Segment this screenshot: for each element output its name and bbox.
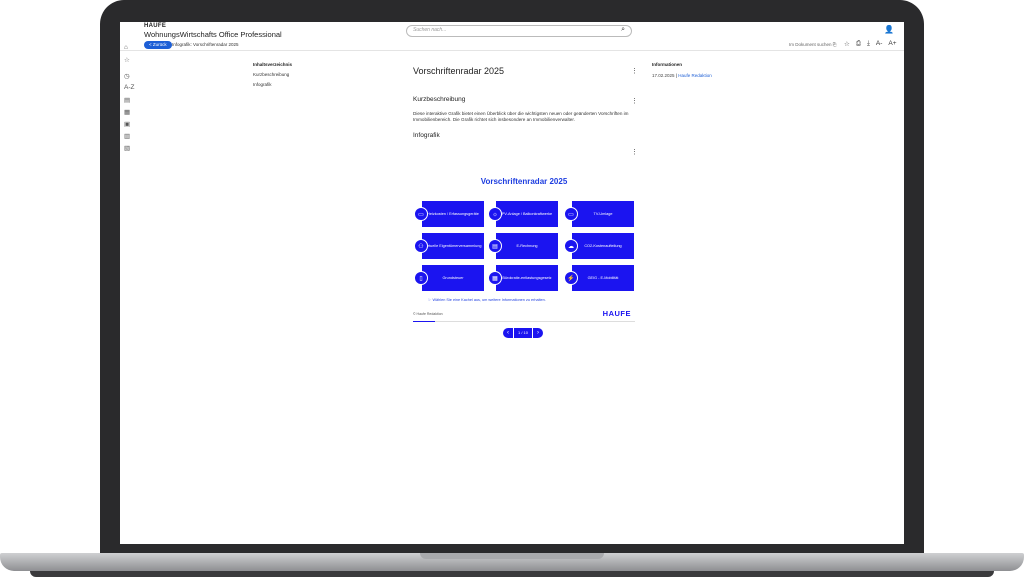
tile-label: Grundsteuer [422,265,484,291]
tile-label: E-Rechnung [496,233,558,259]
brand-logo: HAUFE [144,23,167,29]
download-icon[interactable]: ⤓ [867,40,870,48]
tile-label: TV-Umlage [572,201,634,227]
more-icon[interactable]: ⋮ [631,67,638,75]
tile-label: GEIG - E-Mobilität [572,265,634,291]
search-icon[interactable]: ⌕ [621,26,625,34]
search-input[interactable]: Suchen nach... ⌕ [406,25,632,37]
cloud-icon: ☁ [564,239,578,253]
info-panel: Informationen 17.02.2025 | Haufe Redakti… [652,62,712,78]
print-icon[interactable]: ⎙ [856,40,861,48]
table-of-contents: Inhaltsverzeichnis Kurzbeschreibung Info… [253,62,292,92]
product-title: WohnungsWirtschafts Office Professional [144,30,282,39]
tile-label: Virtuelle Eigentümerversammlung [422,233,484,259]
tile-hint: ☞ Wählen Sie eine Kachel aus, um weitere… [428,298,546,302]
az-icon[interactable]: A-Z [124,84,134,91]
infographic: Vorschriftenradar 2025 Heizkosten / Erfa… [413,174,635,338]
document-search-label: Im Dokument suchen [789,42,832,47]
tile-geig-emobility[interactable]: GEIG - E-Mobilität ⚡ [564,265,634,291]
thermostat-icon: ▭ [414,207,428,221]
font-smaller-icon[interactable]: A- [876,40,883,48]
toc-item-infographic[interactable]: Infografik [253,82,292,87]
sub-bar: < Zurück Infografik: Vorschriftenradar 2… [120,40,904,51]
toc-item-summary[interactable]: Kurzbeschreibung [253,72,292,77]
next-page-button[interactable]: › [533,328,544,338]
tile-heating-costs[interactable]: Heizkosten / Erfassungsgeräte ▭ [414,201,484,227]
building-icon: ▦ [488,271,502,285]
tools-icon[interactable]: ▧ [124,144,130,152]
main-content: Vorschriftenradar 2025 Kurzbeschreibung … [413,62,635,139]
tile-virtual-meeting[interactable]: Virtuelle Eigentümerversammlung ⚇ [414,233,484,259]
charging-station-icon: ⚡ [564,271,578,285]
info-title: Informationen [652,62,682,67]
document-search-link[interactable]: Im Dokument suchen ⎘ [789,42,836,47]
tile-pv-system[interactable]: PV-Anlage / Balkonkraftwerke ☼ [488,201,558,227]
page-indicator: 1 / 10 [513,328,534,338]
screen: HAUFE WohnungsWirtschafts Office Profess… [120,22,904,544]
tile-tv-levy[interactable]: TV-Umlage ▭ [564,201,634,227]
tile-co2-costs[interactable]: CO2-Kostenaufteilung ☁ [564,233,634,259]
laptop-shadow [30,571,994,577]
toolbar: ☆ ⎙ ⤓ A- A+ [844,40,897,48]
history-icon[interactable]: ◷ [124,72,130,80]
document-icon: ▯ [414,271,428,285]
news-icon[interactable]: ▦ [124,108,130,116]
tv-icon: ▭ [564,207,578,221]
favorites-icon[interactable]: ☆ [124,56,130,64]
tile-label: Bürokratie-entlastungsgesetz [496,265,558,291]
prev-page-button[interactable]: ‹ [503,328,513,338]
search-placeholder: Suchen nach... [413,27,447,33]
more-icon[interactable]: ⋮ [631,148,638,156]
forms-icon[interactable]: ▥ [124,132,130,140]
tile-e-invoice[interactable]: E-Rechnung ▤ [488,233,558,259]
people-icon: ⚇ [414,239,428,253]
tile-label: PV-Anlage / Balkonkraftwerke [496,201,558,227]
tile-bureaucracy-act[interactable]: Bürokratie-entlastungsgesetz ▦ [488,265,558,291]
infographic-title: Vorschriftenradar 2025 [480,177,568,186]
font-larger-icon[interactable]: A+ [888,40,896,48]
info-separator: | [675,73,677,78]
pager: ‹ 1 / 10 › [503,328,544,338]
summary-text: Diese interaktive Grafik bietet einen Üb… [413,111,629,122]
toc-title: Inhaltsverzeichnis [253,62,293,67]
tile-label: Heizkosten / Erfassungsgeräte [422,201,484,227]
documents-icon[interactable]: ▤ [124,96,130,104]
sun-icon: ☼ [488,207,502,221]
left-rail: ⌂ ☆ ◷ A-Z ▤ ▦ ▣ ▥ ▧ [120,40,136,180]
progress-bar [413,321,635,322]
home-icon[interactable]: ⌂ [124,44,128,51]
back-button[interactable]: < Zurück [144,41,172,49]
laptop-notch [420,553,604,559]
calculator-icon[interactable]: ▣ [124,120,130,128]
section-title-summary: Kurzbeschreibung [413,96,466,103]
user-icon[interactable]: 👤 [884,25,894,34]
author-link[interactable]: Haufe Redaktion [678,73,712,78]
credit: © Haufe Redaktion [413,312,443,316]
tile-hint-text: Wählen Sie eine Kachel aus, um weitere I… [432,298,546,302]
more-icon[interactable]: ⋮ [631,97,638,105]
tile-property-tax[interactable]: Grundsteuer ▯ [414,265,484,291]
section-title-infographic: Infografik [413,132,440,139]
tile-label: CO2-Kostenaufteilung [572,233,634,259]
page-title: Vorschriftenradar 2025 [413,66,505,76]
star-icon[interactable]: ☆ [844,40,850,48]
invoice-icon: ▤ [488,239,502,253]
progress-fill [413,321,436,322]
breadcrumb: Infografik: Vorschriftenradar 2025 [172,42,239,47]
info-date: 17.02.2025 [652,73,675,78]
haufe-logo: HAUFE [602,309,631,318]
